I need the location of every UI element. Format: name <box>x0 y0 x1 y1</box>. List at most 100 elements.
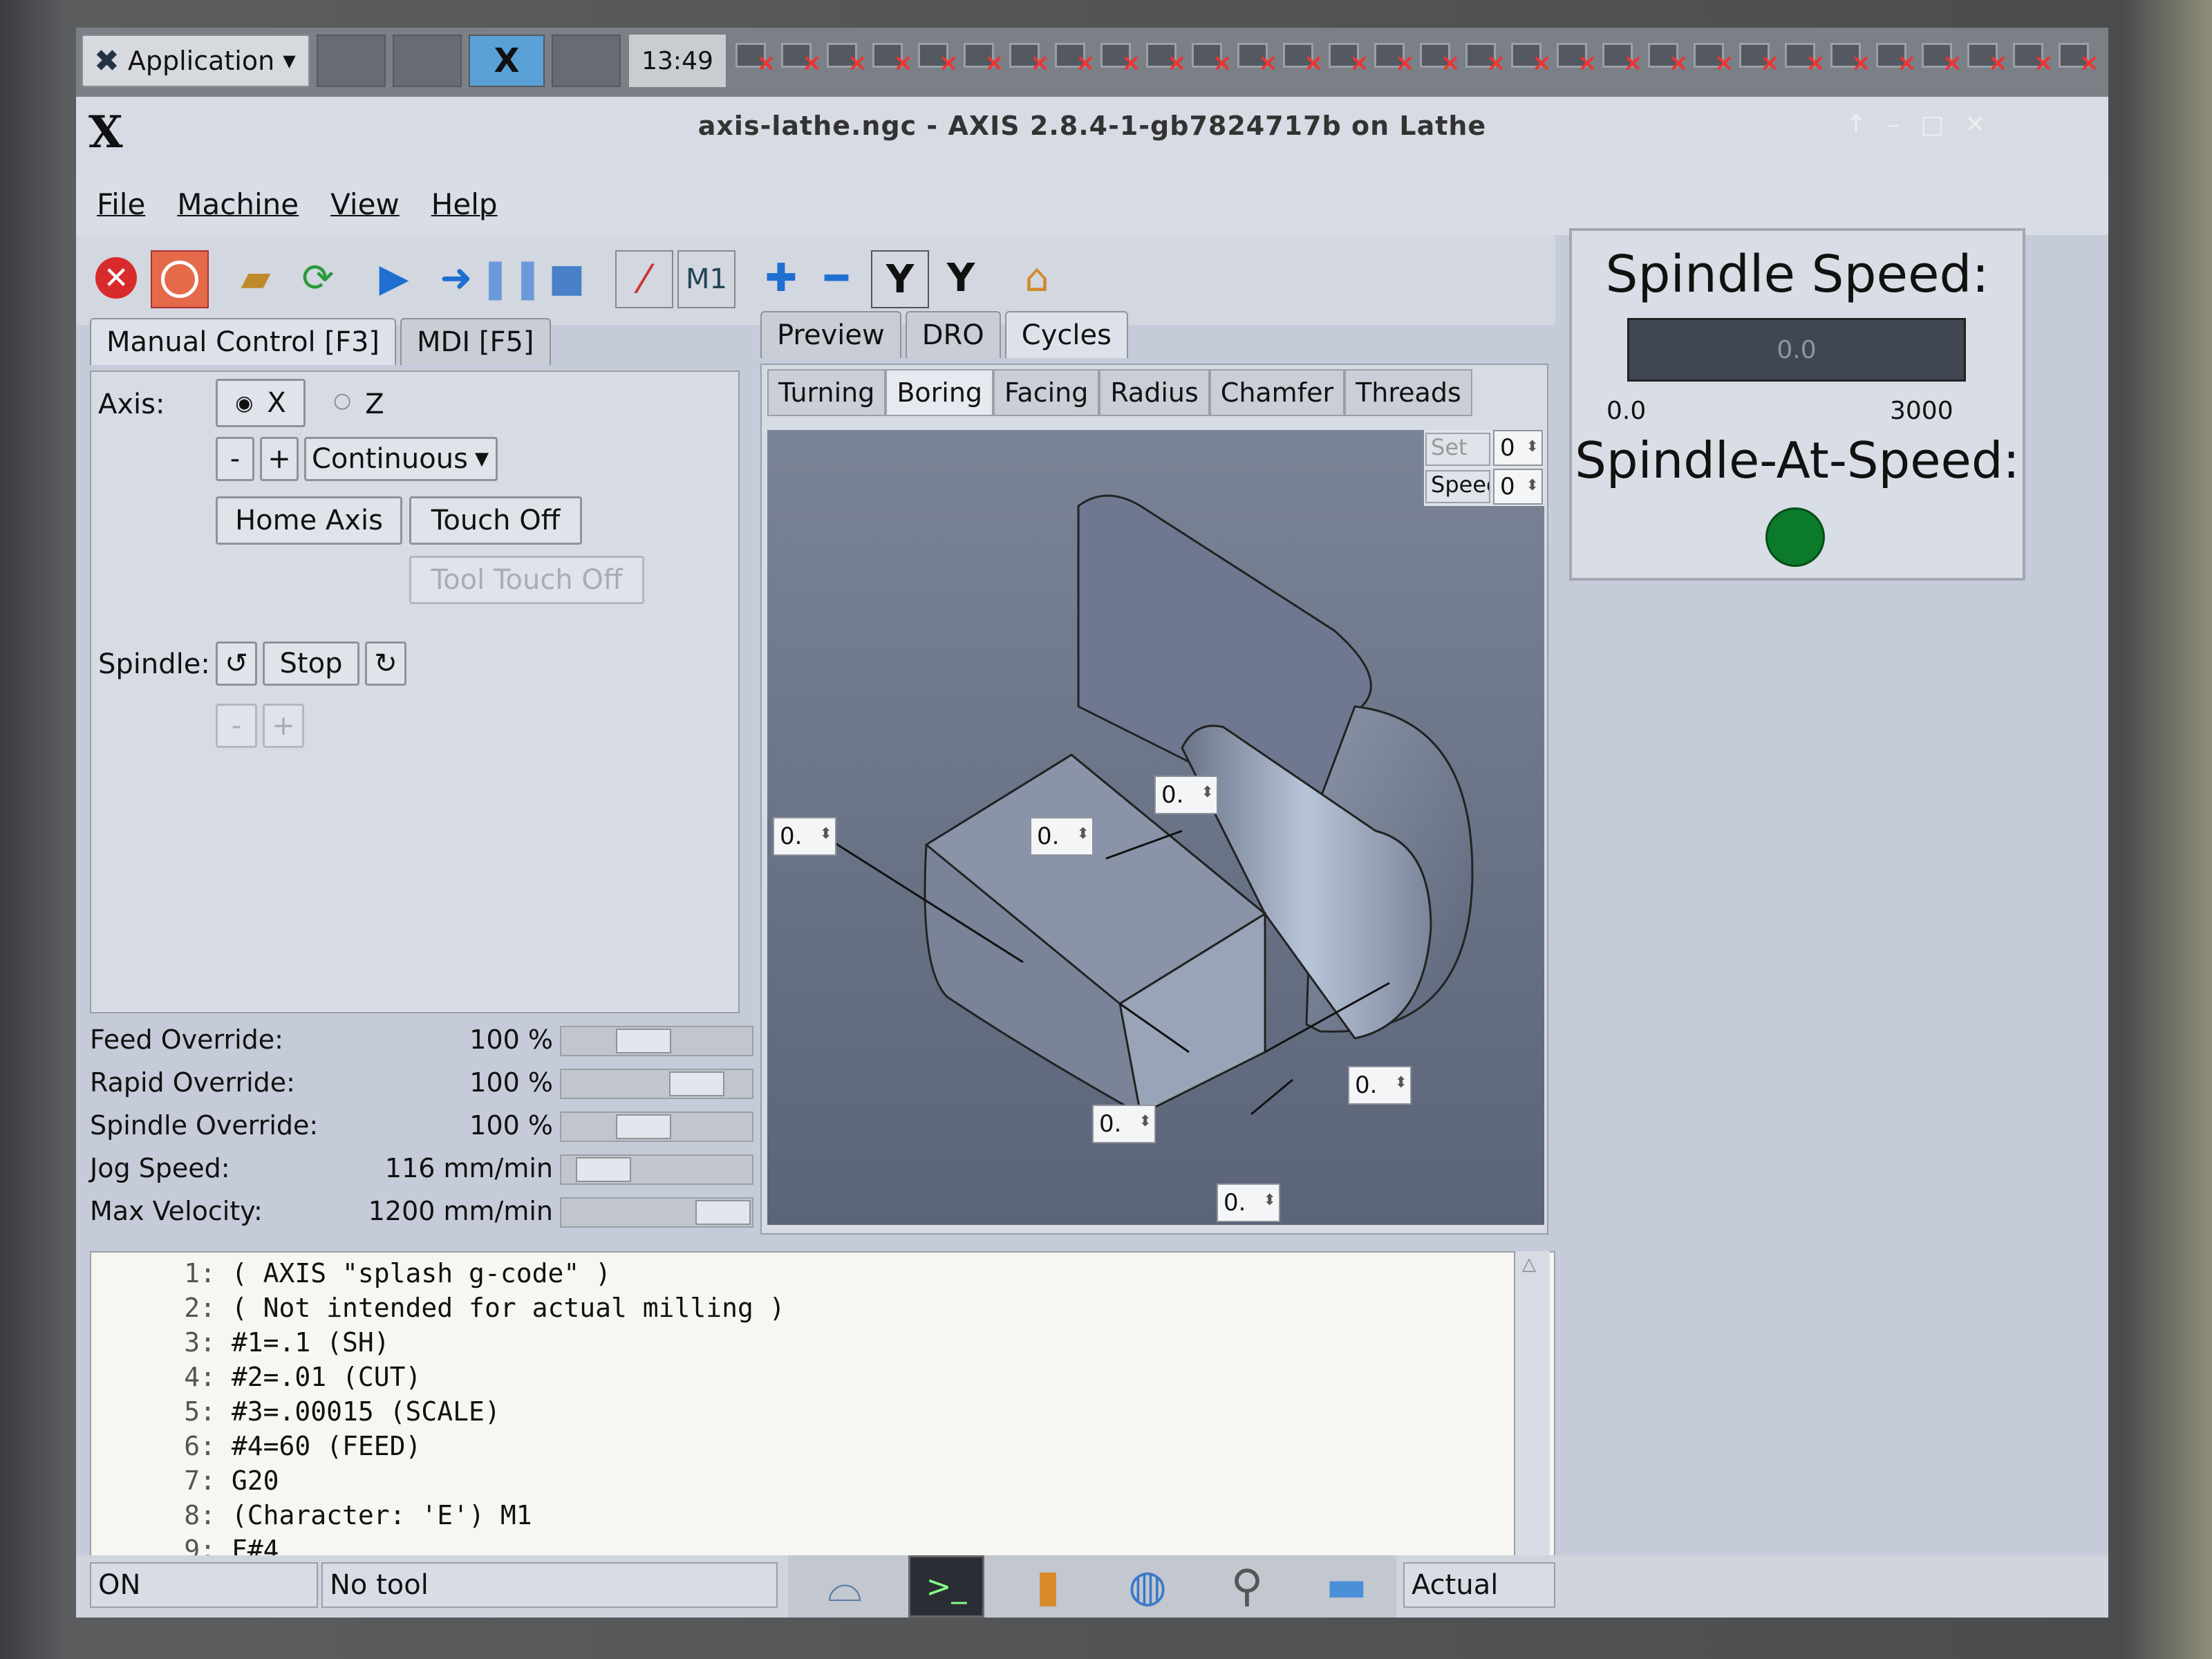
desktop-icon[interactable]: ⌓ <box>809 1557 881 1615</box>
tab-chamfer[interactable]: Chamfer <box>1209 369 1345 416</box>
scroll-up-icon[interactable]: △ <box>1522 1254 1536 1275</box>
tab-mdi[interactable]: MDI [F5] <box>400 318 551 365</box>
home-axis-button[interactable]: Home Axis <box>216 496 402 545</box>
network-disconnected-icon[interactable] <box>1691 37 1734 79</box>
network-disconnected-icon[interactable] <box>1782 37 1826 79</box>
network-disconnected-icon[interactable] <box>1554 37 1597 79</box>
pause-icon[interactable]: ❚❚ <box>479 250 544 306</box>
run-icon[interactable]: ▶ <box>366 250 422 306</box>
network-disconnected-icon[interactable] <box>1919 37 1962 79</box>
machine-power-icon[interactable] <box>151 250 209 308</box>
file-manager-icon[interactable]: ▮ <box>1012 1557 1084 1615</box>
slider-thumb[interactable] <box>669 1071 724 1096</box>
menu-machine[interactable]: Machine <box>177 187 299 221</box>
network-disconnected-icon[interactable] <box>1143 37 1187 79</box>
network-disconnected-icon[interactable] <box>778 37 822 79</box>
tab-turning[interactable]: Turning <box>767 369 886 416</box>
spindle-faster-button[interactable]: + <box>263 704 304 748</box>
open-folder-icon[interactable]: ▰ <box>228 250 283 306</box>
menu-view[interactable]: View <box>330 187 400 221</box>
zoom-out-icon[interactable]: ━ <box>809 250 864 306</box>
tab-manual-control[interactable]: Manual Control [F3] <box>90 318 397 365</box>
slider-thumb[interactable] <box>576 1157 631 1182</box>
tab-dro[interactable]: DRO <box>905 311 1001 358</box>
axis-z-radio[interactable]: ○ Z <box>333 388 384 420</box>
network-disconnected-icon[interactable] <box>1235 37 1278 79</box>
speed-value-input[interactable]: 0 <box>1493 469 1543 505</box>
network-disconnected-icon[interactable] <box>1006 37 1050 79</box>
optional-stop-icon[interactable]: M1 <box>677 250 735 308</box>
taskbar-slot[interactable] <box>317 35 386 87</box>
network-disconnected-icon[interactable] <box>961 37 1004 79</box>
slider-thumb[interactable] <box>616 1114 671 1139</box>
folder-icon[interactable]: ▬ <box>1311 1557 1382 1615</box>
touch-off-button[interactable]: Touch Off <box>409 496 582 545</box>
dimension-input[interactable]: 0. <box>773 817 836 856</box>
axis-x-radio[interactable]: ◉ X <box>216 379 306 427</box>
network-disconnected-icon[interactable] <box>870 37 913 79</box>
feed-override-slider[interactable] <box>560 1026 753 1056</box>
spindle-stop-button[interactable]: Stop <box>263 641 359 686</box>
gcode-viewer[interactable]: 1: ( AXIS "splash g-code" ) 2: ( Not int… <box>90 1251 1555 1576</box>
taskbar-slot[interactable] <box>552 35 621 87</box>
clock[interactable]: 13:49 <box>629 35 726 87</box>
step-icon[interactable]: ➜ <box>429 250 484 306</box>
network-disconnected-icon[interactable] <box>915 37 959 79</box>
rapid-override-slider[interactable] <box>560 1069 753 1099</box>
network-disconnected-icon[interactable] <box>1508 37 1552 79</box>
web-browser-icon[interactable]: ◍ <box>1112 1557 1183 1615</box>
stop-program-icon[interactable]: ■ <box>539 250 594 306</box>
tool-touch-off-button[interactable]: Tool Touch Off <box>409 556 644 604</box>
spindle-forward-icon[interactable]: ↻ <box>365 641 406 686</box>
tab-radius[interactable]: Radius <box>1099 369 1210 416</box>
spindle-override-slider[interactable] <box>560 1112 753 1142</box>
minimize-icon[interactable]: – <box>1887 111 1900 139</box>
dimension-input[interactable]: 0. <box>1154 776 1218 814</box>
max-velocity-slider[interactable] <box>560 1197 753 1228</box>
dimension-input[interactable]: 0. <box>1030 817 1094 856</box>
slider-thumb[interactable] <box>616 1029 671 1053</box>
tab-facing[interactable]: Facing <box>993 369 1100 416</box>
maximize-icon[interactable]: □ <box>1920 111 1944 139</box>
network-disconnected-icon[interactable] <box>1052 37 1096 79</box>
network-disconnected-icon[interactable] <box>1600 37 1643 79</box>
view-y-icon[interactable]: Y <box>871 250 929 308</box>
set-value-input[interactable]: 0 <box>1493 430 1543 466</box>
menu-help[interactable]: Help <box>431 187 498 221</box>
jog-speed-slider[interactable] <box>560 1154 753 1185</box>
tab-threads[interactable]: Threads <box>1344 369 1472 416</box>
network-disconnected-icon[interactable] <box>1965 37 2008 79</box>
network-disconnected-icon[interactable] <box>1828 37 1871 79</box>
spindle-slower-button[interactable]: - <box>216 704 257 748</box>
slider-thumb[interactable] <box>695 1200 751 1225</box>
jog-plus-button[interactable]: + <box>260 437 299 481</box>
spindle-reverse-icon[interactable]: ↺ <box>216 641 257 686</box>
gcode-scrollbar[interactable]: △ ▽ <box>1514 1251 1550 1576</box>
close-icon[interactable]: ✕ <box>1965 111 1985 139</box>
network-disconnected-icon[interactable] <box>1189 37 1232 79</box>
network-disconnected-icon[interactable] <box>1098 37 1141 79</box>
network-disconnected-icon[interactable] <box>1371 37 1415 79</box>
dimension-input[interactable]: 0. <box>1092 1105 1156 1143</box>
menu-file[interactable]: File <box>97 187 145 221</box>
tab-preview[interactable]: Preview <box>760 311 901 358</box>
network-disconnected-icon[interactable] <box>1280 37 1324 79</box>
tab-cycles[interactable]: Cycles <box>1004 311 1128 358</box>
jog-mode-select[interactable]: Continuous ▼ <box>304 437 498 481</box>
search-icon[interactable]: ⚲ <box>1211 1557 1283 1615</box>
network-disconnected-icon[interactable] <box>1463 37 1506 79</box>
taskbar-axis-window[interactable]: X <box>469 35 545 87</box>
network-disconnected-icon[interactable] <box>1736 37 1780 79</box>
network-disconnected-icon[interactable] <box>1873 37 1917 79</box>
taskbar-slot[interactable] <box>393 35 462 87</box>
block-delete-icon[interactable]: ⁄ <box>615 250 673 308</box>
network-disconnected-icon[interactable] <box>824 37 868 79</box>
application-menu-button[interactable]: ✖ Application ▼ <box>82 35 310 87</box>
clear-plot-icon[interactable]: ⌂ <box>1009 250 1065 306</box>
dimension-input[interactable]: 0. <box>1217 1183 1280 1222</box>
network-disconnected-icon[interactable] <box>733 37 776 79</box>
network-disconnected-icon[interactable] <box>1417 37 1461 79</box>
network-disconnected-icon[interactable] <box>2010 37 2054 79</box>
network-disconnected-icon[interactable] <box>1645 37 1689 79</box>
estop-icon[interactable]: ✕ <box>88 250 144 306</box>
